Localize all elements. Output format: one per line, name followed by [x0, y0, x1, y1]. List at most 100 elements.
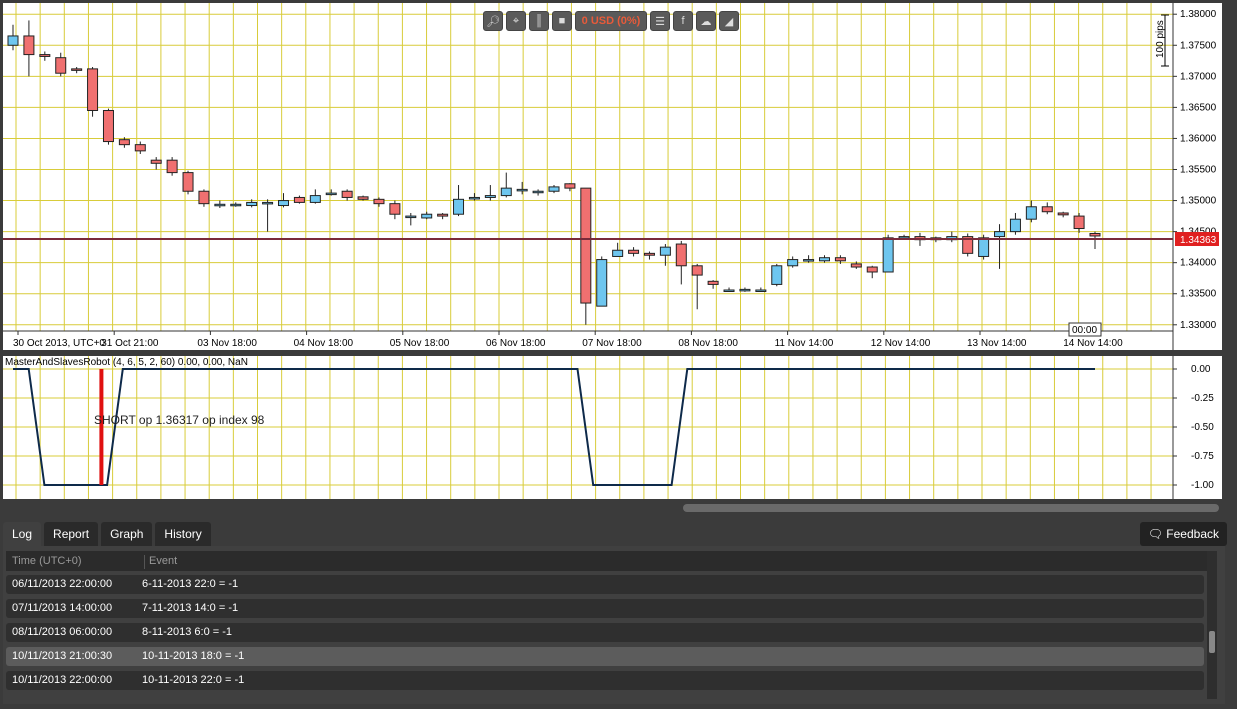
candle-body — [373, 198, 385, 205]
candle-body — [850, 263, 862, 268]
x-tick-label: 04 Nov 18:00 — [294, 338, 354, 349]
log-event: 10-11-2013 22:0 = -1 — [142, 674, 245, 686]
log-time: 07/11/2013 14:00:00 — [12, 602, 113, 614]
log-vertical-scrollbar[interactable] — [1207, 551, 1217, 699]
candle-body — [262, 201, 274, 205]
candle-body — [1041, 206, 1053, 213]
candle-body — [1025, 206, 1037, 220]
candle-body — [357, 196, 369, 200]
candle-body — [71, 68, 83, 71]
tab-graph[interactable]: Graph — [101, 522, 153, 546]
log-panel: Time (UTC+0) Event 06/11/2013 22:00:00 6-… — [3, 546, 1225, 704]
candle-body — [596, 259, 608, 307]
y-tick-label: -0.50 — [1191, 422, 1214, 433]
price-chart-svg[interactable]: 1.38000 1.37500 1.37000 1.36500 1.36000 1.355… — [3, 3, 1222, 350]
candle-body — [1057, 212, 1069, 216]
candle-body — [166, 159, 178, 174]
facebook-icon[interactable]: f — [673, 11, 693, 31]
square-icon[interactable]: ■ — [552, 11, 572, 31]
candle-body — [675, 243, 687, 267]
time-column-header[interactable]: Time (UTC+0) — [12, 555, 82, 567]
chart-icon[interactable]: ◢ — [719, 11, 739, 31]
indicator-chart-svg[interactable]: 0.00 -0.25 -0.50 -0.75 -1.00 MasterAndSlaves… — [3, 356, 1222, 499]
y-tick-label: -0.25 — [1191, 393, 1214, 404]
candle-body — [246, 201, 258, 207]
candle-body — [500, 187, 512, 197]
y-tick-label: 1.36500 — [1180, 102, 1217, 113]
log-header: Time (UTC+0) Event — [6, 551, 1208, 571]
candle-body — [23, 35, 35, 56]
tab-history[interactable]: History — [155, 522, 211, 546]
candle-body — [1073, 215, 1085, 230]
log-row[interactable]: 06/11/2013 22:00:00 6-11-2013 22:0 = -1 — [6, 575, 1204, 594]
log-time: 10/11/2013 22:00:00 — [12, 674, 113, 686]
event-column-header[interactable]: Event — [144, 555, 177, 569]
x-tick-label: 31 Oct 21:00 — [101, 338, 159, 349]
signal-annotation: SHORT op 1.36317 op index 98 — [94, 413, 265, 427]
x-tick-label: 14 Nov 14:00 — [1063, 338, 1123, 349]
feedback-button[interactable]: 🗨︎ Feedback — [1139, 522, 1227, 546]
log-row[interactable]: 08/11/2013 06:00:00 8-11-2013 6:0 = -1 — [6, 623, 1204, 642]
candle-body — [421, 213, 433, 219]
price-chart[interactable]: 1.38000 1.37500 1.37000 1.36500 1.36000 1.355… — [3, 3, 1222, 350]
log-row[interactable]: 07/11/2013 14:00:00 7-11-2013 14:0 = -1 — [6, 599, 1204, 618]
bottom-tabs: Log Report Graph History — [3, 522, 211, 546]
tab-report[interactable]: Report — [44, 522, 99, 546]
price-marker: 1.34363 — [1180, 235, 1217, 246]
list-icon[interactable]: ☰ — [650, 11, 670, 31]
candle-body — [803, 259, 815, 262]
candle-body — [39, 54, 51, 57]
candle-body — [484, 195, 496, 198]
log-event: 6-11-2013 22:0 = -1 — [142, 578, 239, 590]
candles-icon[interactable]: ║ — [529, 11, 549, 31]
balance-button[interactable]: 0 USD (0%) — [575, 11, 647, 31]
candle-body — [453, 198, 465, 215]
log-event: 7-11-2013 14:0 = -1 — [142, 602, 239, 614]
candle-body — [771, 265, 783, 285]
candle-body — [309, 195, 321, 203]
crosshair-icon[interactable]: ⌖ — [506, 11, 526, 31]
candle-body — [278, 200, 289, 207]
indicator-label: MasterAndSlavesRobot (4, 6, 5, 2, 60) 0.… — [5, 357, 248, 368]
candle-body — [1009, 218, 1021, 233]
candle-body — [118, 139, 130, 146]
candle-body — [643, 252, 655, 256]
candle-body — [150, 159, 162, 164]
candle-body — [834, 257, 846, 262]
candle-body — [7, 35, 19, 46]
candle-body — [787, 259, 799, 267]
log-row[interactable]: 10/11/2013 21:00:30 10-11-2013 18:0 = -1 — [6, 647, 1204, 666]
x-tick-label: 05 Nov 18:00 — [390, 338, 450, 349]
y-tick-label: -1.00 — [1191, 480, 1214, 491]
chart-toolbar: 🔎︎ ⌖ ║ ■ 0 USD (0%) ☰ f ☁ ◢ — [483, 11, 739, 31]
indicator-chart[interactable]: 0.00 -0.25 -0.50 -0.75 -1.00 MasterAndSlaves… — [3, 356, 1222, 499]
y-tick-label: 1.38000 — [1180, 9, 1217, 20]
candle-body — [707, 280, 719, 285]
y-tick-label: 1.33500 — [1180, 289, 1217, 300]
feedback-label: Feedback — [1166, 527, 1219, 541]
candle-body — [755, 289, 767, 293]
time-marker: 00:00 — [1072, 325, 1097, 336]
log-time: 06/11/2013 22:00:00 — [12, 578, 113, 590]
candle-body — [739, 288, 751, 292]
tab-log[interactable]: Log — [3, 522, 42, 546]
candle-body — [659, 246, 671, 256]
x-tick-label: 13 Nov 14:00 — [967, 338, 1027, 349]
candle-body — [55, 57, 67, 74]
candle-body — [214, 203, 226, 207]
speech-bubble-icon: 🗨︎ — [1147, 527, 1163, 541]
cloud-icon[interactable]: ☁ — [696, 11, 716, 31]
candle-body — [532, 190, 544, 194]
log-scroll-thumb[interactable] — [1209, 631, 1215, 653]
chart-horizontal-scrollbar[interactable] — [683, 504, 1219, 512]
log-row[interactable]: 10/11/2013 22:00:00 10-11-2013 22:0 = -1 — [6, 671, 1204, 690]
candle-body — [691, 265, 703, 276]
candle-body — [994, 231, 1006, 238]
zoom-icon[interactable]: 🔎︎ — [483, 11, 503, 31]
candle-body — [978, 237, 990, 257]
candle-body — [580, 187, 592, 304]
candle-body — [405, 215, 417, 219]
candle-body — [325, 192, 337, 196]
candle-body — [866, 266, 878, 273]
candle-body — [882, 237, 894, 273]
